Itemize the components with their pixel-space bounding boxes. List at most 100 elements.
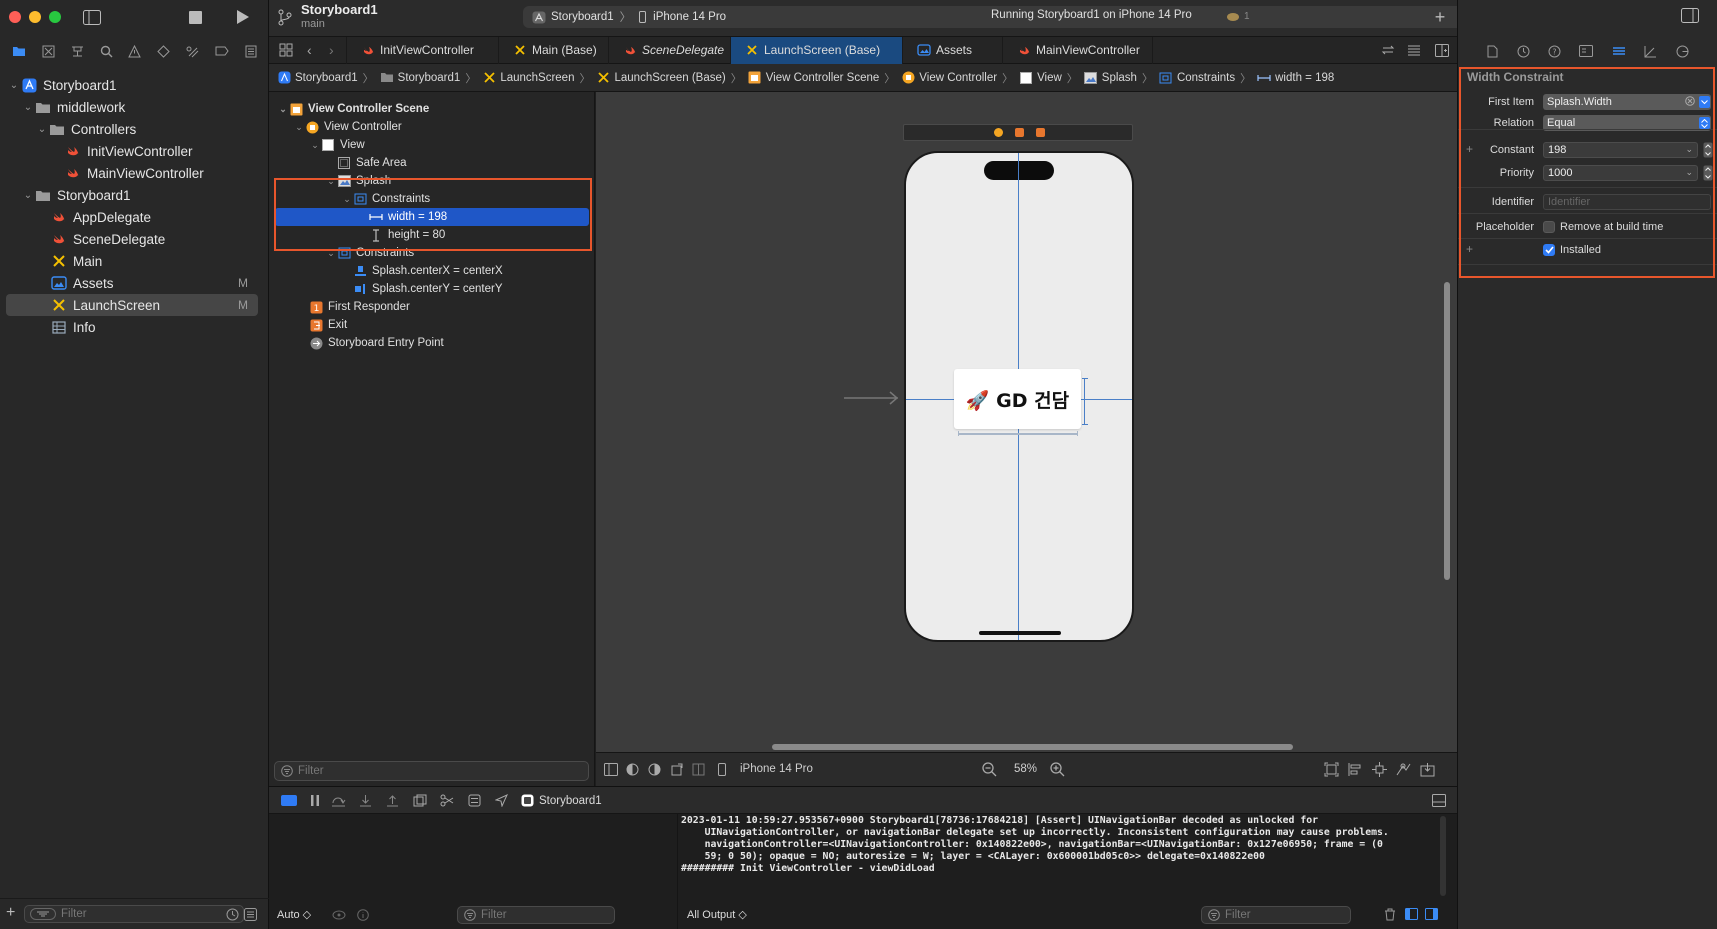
variables-filter-input[interactable]: Filter <box>457 906 615 924</box>
nav-item-scenedelegate[interactable]: SceneDelegate <box>6 228 258 250</box>
align-icon[interactable] <box>1348 762 1363 777</box>
back-icon[interactable]: ‹ <box>303 37 325 64</box>
editor-options-icon[interactable] <box>1401 37 1427 64</box>
identity-inspector-icon[interactable] <box>1579 45 1594 57</box>
step-into-icon[interactable] <box>359 794 372 807</box>
sidebar-toggle-icon[interactable] <box>82 8 102 26</box>
placeholder-checkbox[interactable] <box>1543 221 1555 233</box>
zoom-in-icon[interactable] <box>1050 762 1065 777</box>
chevron-down-icon[interactable]: ⌄ <box>1685 167 1693 178</box>
variables-scope-selector[interactable]: Auto ◇ <box>277 908 311 921</box>
chevron-down-icon[interactable]: ⌄ <box>22 102 34 113</box>
attributes-inspector-icon[interactable] <box>1612 45 1626 57</box>
nav-item-main-storyboard[interactable]: Main <box>6 250 258 272</box>
breadcrumb-item[interactable]: Storyboard1 <box>380 71 460 85</box>
chevron-down-icon[interactable]: ⌄ <box>325 248 337 259</box>
step-over-icon[interactable] <box>331 794 346 807</box>
outline-item-view-controller[interactable]: ⌄ View Controller <box>275 118 589 136</box>
outline-item-entry-point[interactable]: Storyboard Entry Point <box>275 334 589 352</box>
add-variation-icon[interactable]: + <box>1466 242 1473 256</box>
outline-item-view[interactable]: ⌄ View <box>275 136 589 154</box>
zoom-out-icon[interactable] <box>982 762 997 777</box>
run-icon[interactable] <box>235 8 251 26</box>
console-scrollbar[interactable] <box>1440 816 1446 896</box>
folder-navigator-icon[interactable] <box>12 45 26 57</box>
nav-item-mainviewcontroller[interactable]: MainViewController <box>6 162 258 184</box>
close-window-button[interactable] <box>9 11 21 23</box>
add-icon[interactable]: + <box>6 905 15 921</box>
report-navigator-icon[interactable] <box>245 45 257 58</box>
device-selector[interactable]: iPhone 14 Pro <box>740 763 813 775</box>
process-selector[interactable]: Storyboard1 <box>521 794 602 807</box>
first-responder-dock-icon[interactable] <box>1015 128 1024 137</box>
refresh-icon[interactable] <box>1375 37 1401 64</box>
memory-graph-icon[interactable] <box>440 794 454 807</box>
chevron-down-icon[interactable]: ⌄ <box>325 176 337 187</box>
related-items-icon[interactable] <box>269 37 303 64</box>
tab-scenedelegate[interactable]: SceneDelegate <box>609 36 731 64</box>
view-debugger-icon[interactable] <box>413 794 427 807</box>
chevron-down-icon[interactable]: ⌄ <box>1685 144 1693 155</box>
help-inspector-icon[interactable]: ? <box>1548 45 1561 58</box>
outline-item-scene[interactable]: ⌄ View Controller Scene <box>275 100 589 118</box>
outline-item-centerx-constraint[interactable]: Splash.centerX = centerX <box>275 262 589 280</box>
quick-look-icon[interactable] <box>332 909 346 921</box>
scheme-selector[interactable]: Storyboard1 〉 iPhone 14 Pro <box>531 9 726 25</box>
outline-item-splash-constraints[interactable]: ⌄ Constraints <box>275 190 589 208</box>
breakpoint-navigator-icon[interactable] <box>215 46 229 56</box>
info-icon[interactable] <box>357 909 369 921</box>
nav-item-info[interactable]: Info <box>6 316 258 338</box>
hide-debug-area-icon[interactable] <box>281 795 297 806</box>
embed-in-icon[interactable] <box>1420 762 1435 777</box>
split-editor-icon[interactable] <box>1427 37 1457 64</box>
size-inspector-icon[interactable] <box>1644 45 1657 58</box>
tab-assets[interactable]: Assets <box>903 36 1003 64</box>
add-constraints-icon[interactable] <box>1372 762 1387 777</box>
outline-item-centery-constraint[interactable]: Splash.centerY = centerY <box>275 280 589 298</box>
nav-item-project-storyboard1[interactable]: ⌄ Storyboard1 <box>6 74 258 96</box>
run-destination[interactable]: iPhone 14 Pro <box>653 11 726 23</box>
vertical-scrollbar[interactable] <box>1444 282 1450 580</box>
dark-mode-icon[interactable] <box>626 763 639 776</box>
breadcrumb-item[interactable]: Splash <box>1084 71 1137 85</box>
step-out-icon[interactable] <box>386 794 399 807</box>
recent-files-icon[interactable] <box>226 908 239 921</box>
chevron-down-icon[interactable]: ⌄ <box>22 190 34 201</box>
chevron-updown-icon[interactable] <box>1699 117 1710 129</box>
pause-icon[interactable] <box>309 794 321 807</box>
inspector-toggle-icon[interactable] <box>1681 8 1699 23</box>
debug-navigator-icon[interactable] <box>186 45 199 58</box>
iphone-frame[interactable]: 🚀 GD 건담 <box>904 151 1134 642</box>
nav-item-group-storyboard1[interactable]: ⌄ Storyboard1 <box>6 184 258 206</box>
output-selector[interactable]: All Output ◇ <box>687 908 747 921</box>
priority-stepper[interactable] <box>1703 165 1713 181</box>
orientation-icon[interactable] <box>670 763 683 776</box>
outline-item-exit[interactable]: Exit <box>275 316 589 334</box>
minimize-window-button[interactable] <box>29 11 41 23</box>
nav-item-launchscreen[interactable]: LaunchScreen M <box>6 294 258 316</box>
chevron-down-icon[interactable] <box>1699 96 1710 108</box>
breadcrumb-item[interactable]: Constraints <box>1159 71 1235 85</box>
environment-overrides-icon[interactable] <box>468 794 481 807</box>
file-inspector-icon[interactable] <box>1487 45 1498 58</box>
outline-toggle-icon[interactable] <box>604 763 618 776</box>
zoom-window-button[interactable] <box>49 11 61 23</box>
tab-initviewcontroller[interactable]: InitViewController <box>347 36 499 64</box>
add-variation-icon[interactable]: + <box>1466 142 1473 156</box>
stop-icon[interactable] <box>187 9 203 25</box>
simulate-location-icon[interactable] <box>495 794 508 807</box>
constant-stepper[interactable] <box>1703 142 1713 158</box>
breadcrumb-item[interactable]: View Controller Scene <box>748 71 879 85</box>
source-control-filter-icon[interactable] <box>244 908 257 921</box>
outline-item-safe-area[interactable]: Safe Area <box>275 154 589 172</box>
symbol-navigator-icon[interactable] <box>71 45 84 58</box>
storyboard-canvas[interactable]: 🚀 GD 건담 <box>596 92 1457 752</box>
entry-point-arrow[interactable] <box>844 391 902 405</box>
update-frames-icon[interactable] <box>1324 762 1339 777</box>
history-inspector-icon[interactable] <box>1517 45 1530 58</box>
chevron-down-icon[interactable]: ⌄ <box>341 194 353 205</box>
breadcrumb-item[interactable]: width = 198 <box>1257 71 1334 85</box>
console-filter-input[interactable]: Filter <box>1201 906 1351 924</box>
layout-guides-icon[interactable] <box>692 763 705 776</box>
outline-item-view-constraints[interactable]: ⌄ Constraints <box>275 244 589 262</box>
